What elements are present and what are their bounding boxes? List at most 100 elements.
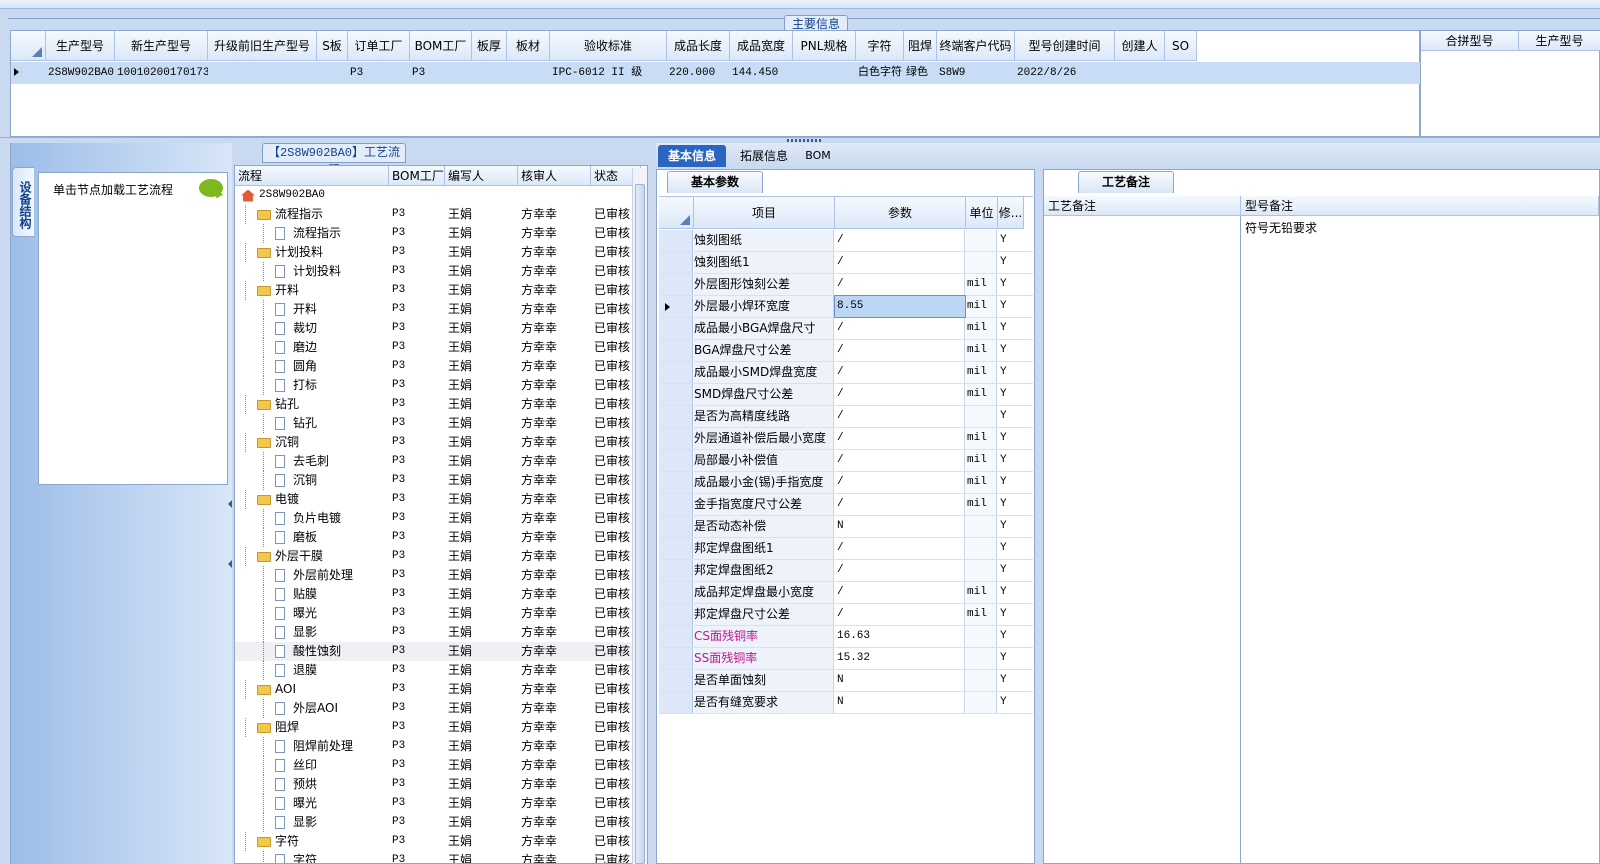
main-col-header[interactable]: SO (1165, 31, 1197, 61)
tab-basic-info[interactable]: 基本信息 (658, 145, 726, 167)
flow-col-header[interactable]: 流程 (235, 166, 389, 186)
param-row[interactable]: 是否动态补偿 N Y (659, 516, 1033, 538)
flow-tree-row[interactable]: 钻孔 P3 王娟 方幸幸 已审核 (235, 395, 639, 414)
flow-tree-row[interactable]: 外层AOI P3 王娟 方幸幸 已审核 (235, 699, 639, 718)
flow-node-name[interactable]: 负片电镀 (293, 509, 341, 528)
flow-node-name[interactable]: 流程指示 (293, 224, 341, 243)
col-process-remark[interactable]: 工艺备注 (1044, 196, 1241, 216)
param-row[interactable]: 外层通道补偿后最小宽度 / mil Y (659, 428, 1033, 450)
flow-tree-row[interactable]: 磨板 P3 王娟 方幸幸 已审核 (235, 528, 639, 547)
param-cell-value[interactable]: / (835, 538, 965, 559)
row-header[interactable] (659, 230, 693, 251)
main-col-header[interactable]: BOM工厂 (410, 31, 472, 61)
col-item[interactable]: 项目 (694, 197, 835, 229)
param-cell-unit[interactable] (966, 252, 997, 273)
main-col-header[interactable]: 新生产型号 (115, 31, 208, 61)
param-row[interactable]: 是否为高精度线路 / Y (659, 406, 1033, 428)
flow-tree-row[interactable]: 开料 P3 王娟 方幸幸 已审核 (235, 281, 639, 300)
param-row[interactable]: 是否单面蚀刻 N Y (659, 670, 1033, 692)
main-col-header[interactable]: 生产型号 (46, 31, 115, 61)
param-row[interactable]: 是否有缝宽要求 N Y (659, 692, 1033, 714)
merge-col-header[interactable]: 合拼型号 (1421, 31, 1519, 51)
main-col-header[interactable]: 验收标准 (550, 31, 667, 61)
row-header[interactable] (659, 582, 693, 603)
param-cell-unit[interactable]: mil (966, 604, 997, 625)
flow-node-name[interactable]: 外层干膜 (275, 547, 323, 566)
param-cell-value[interactable]: 8.55 (834, 295, 966, 318)
row-header[interactable] (659, 494, 693, 515)
param-cell-mod[interactable]: Y (998, 604, 1022, 625)
param-cell-value[interactable]: / (835, 428, 965, 449)
param-cell-unit[interactable]: mil (966, 384, 997, 405)
param-row[interactable]: 成品邦定焊盘最小宽度 / mil Y (659, 582, 1033, 604)
flow-node-name[interactable]: 圆角 (293, 357, 317, 376)
row-header[interactable] (659, 648, 693, 669)
params-grid-corner[interactable] (659, 197, 694, 229)
param-cell-unit[interactable] (966, 406, 997, 427)
param-row[interactable]: 金手指宽度尺寸公差 / mil Y (659, 494, 1033, 516)
param-row[interactable]: SS面残铜率 15.32 Y (659, 648, 1033, 670)
flow-tree-row[interactable]: 退膜 P3 王娟 方幸幸 已审核 (235, 661, 639, 680)
main-cell-length[interactable]: 220.000 (667, 62, 730, 84)
main-col-header[interactable]: 型号创建时间 (1015, 31, 1115, 61)
main-cell-silk[interactable]: 白色字符 (856, 62, 904, 84)
main-col-header[interactable]: 阻焊 (904, 31, 937, 61)
flow-tree-row[interactable]: 字符 P3 王娟 方幸幸 已审核 (235, 832, 639, 851)
param-cell-value[interactable]: / (835, 362, 965, 383)
param-cell-mod[interactable]: Y (998, 494, 1022, 515)
param-cell-value[interactable]: / (835, 318, 965, 339)
param-cell-unit[interactable]: mil (966, 494, 997, 515)
flow-node-name[interactable]: 酸性蚀刻 (293, 642, 341, 661)
param-cell-mod[interactable]: Y (998, 648, 1022, 669)
param-row[interactable]: CS面残铜率 16.63 Y (659, 626, 1033, 648)
param-cell-unit[interactable]: mil (966, 362, 997, 383)
process-flow-tree[interactable]: 流程 BOM工厂 编写人 核审人 状态 2S8W902BA0 流程指示 P3 王娟 方幸幸 已审核… (234, 165, 648, 864)
main-info-grid[interactable]: 生产型号 2S8W902BA0 新生产型号 10010200170173 升级前旧生产型… (10, 30, 1420, 137)
flow-node-name[interactable]: 外层AOI (293, 699, 338, 718)
flow-col-header[interactable]: 核审人 (518, 166, 591, 186)
merge-prod-col-header[interactable]: 生产型号 (1519, 31, 1600, 51)
flow-col-header[interactable]: 编写人 (445, 166, 518, 186)
param-cell-value[interactable]: / (835, 274, 965, 295)
flow-tree-row[interactable]: 阻焊前处理 P3 王娟 方幸幸 已审核 (235, 737, 639, 756)
main-col-header[interactable]: 板厚 (472, 31, 507, 61)
param-cell-unit[interactable] (966, 516, 997, 537)
param-cell-mod[interactable]: Y (998, 274, 1022, 295)
main-cell-new-model[interactable]: 10010200170173 (115, 62, 208, 84)
flow-tree-row[interactable]: 字符 P3 王娟 方幸幸 已审核 (235, 851, 639, 863)
params-grid[interactable]: 项目 参数 单位 修... 蚀刻图纸 / Y 蚀刻图纸1/Y 外层图形蚀刻公差 / mil Y… (659, 196, 1033, 864)
param-cell-value[interactable]: / (835, 494, 965, 515)
param-cell-value[interactable]: 15.32 (835, 648, 965, 669)
flow-node-name[interactable]: 计划投料 (275, 243, 323, 262)
main-col-header[interactable]: 成品长度 (667, 31, 730, 61)
param-cell-mod[interactable]: Y (998, 450, 1022, 471)
flow-node-name[interactable]: 阻焊 (275, 718, 299, 737)
param-cell-unit[interactable]: mil (966, 340, 997, 361)
collapse-left-icon-2[interactable] (228, 560, 232, 568)
flow-node-name[interactable]: 沉铜 (275, 433, 299, 452)
flow-tree-row[interactable]: AOI P3 王娟 方幸幸 已审核 (235, 680, 639, 699)
param-row[interactable]: 成品最小金(锡)手指宽度 / mil Y (659, 472, 1033, 494)
main-col-header[interactable]: PNL规格 (793, 31, 856, 61)
main-col-header[interactable]: 创建人 (1115, 31, 1165, 61)
param-row[interactable]: 蚀刻图纸1/ Y (659, 252, 1033, 274)
main-col-header[interactable]: 成品宽度 (730, 31, 793, 61)
param-cell-unit[interactable]: mil (966, 472, 997, 493)
main-col-header[interactable]: 字符 (856, 31, 904, 61)
flow-node-name[interactable]: 打标 (293, 376, 317, 395)
param-cell-value[interactable]: / (835, 406, 965, 427)
param-cell-unit[interactable] (966, 648, 997, 669)
flow-node-name[interactable]: 显影 (293, 813, 317, 832)
param-cell-value[interactable]: / (835, 384, 965, 405)
scroll-thumb[interactable] (635, 184, 645, 864)
grid-corner[interactable] (11, 31, 46, 61)
flow-node-name[interactable]: 字符 (275, 832, 299, 851)
flow-tree-row[interactable]: 预烘 P3 王娟 方幸幸 已审核 (235, 775, 639, 794)
param-cell-mod[interactable]: Y (998, 428, 1022, 449)
row-header[interactable] (659, 560, 693, 581)
row-header[interactable] (659, 340, 693, 361)
flow-tree-row[interactable]: 外层干膜 P3 王娟 方幸幸 已审核 (235, 547, 639, 566)
param-cell-unit[interactable] (966, 692, 997, 713)
param-cell-value[interactable]: / (835, 450, 965, 471)
param-cell-unit[interactable] (966, 626, 997, 647)
